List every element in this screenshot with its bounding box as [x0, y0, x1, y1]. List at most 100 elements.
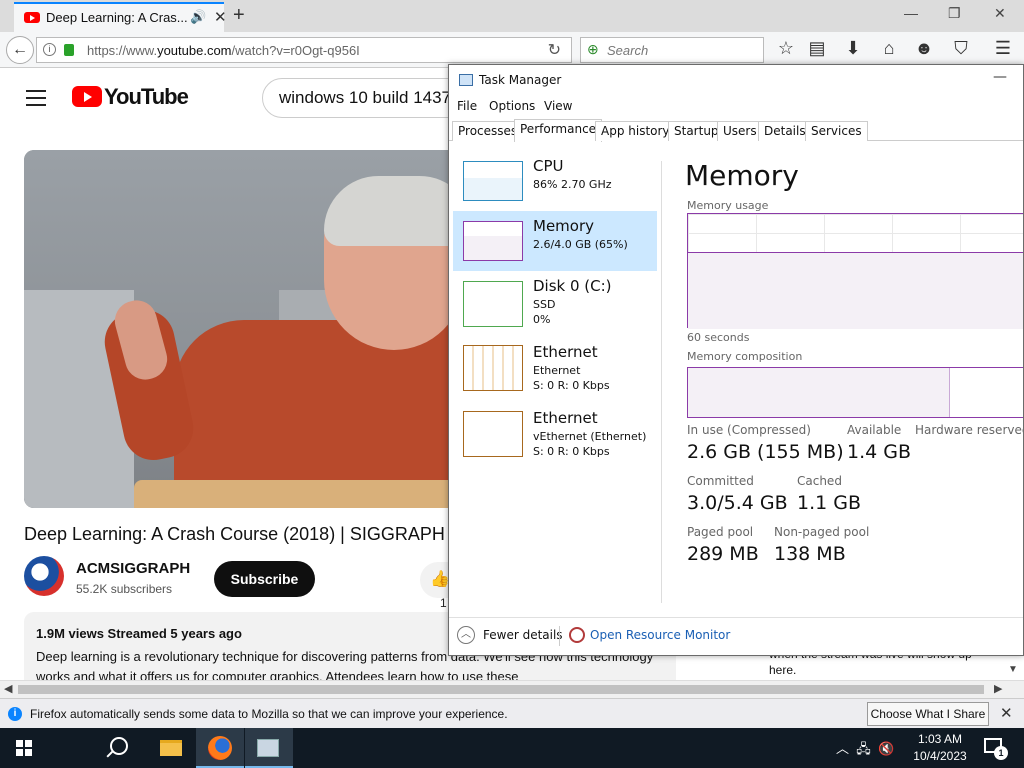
channel-avatar[interactable]: [24, 556, 64, 596]
memory-detail-panel: Memory Memory usage 60 seconds Memory co…: [685, 151, 1024, 603]
disk-mini-graph: [463, 281, 523, 327]
resource-ethernet-1[interactable]: Ethernet Ethernet S: 0 R: 0 Kbps: [453, 337, 657, 397]
channel-name[interactable]: ACMSIGGRAPH: [76, 560, 190, 577]
home-icon[interactable]: ⌂: [878, 38, 900, 59]
start-button[interactable]: [0, 728, 48, 768]
task-view-button[interactable]: [96, 728, 223, 768]
hamburger-menu-icon[interactable]: [26, 90, 46, 111]
tab-performance[interactable]: Performance: [514, 119, 603, 142]
horizontal-scrollbar[interactable]: ◀ ▶: [0, 680, 1024, 698]
resource-detail: vEthernet (Ethernet): [533, 430, 647, 443]
tab-services[interactable]: Services: [805, 121, 868, 141]
notification-bar: i Firefox automatically sends some data …: [0, 698, 1024, 728]
minimize-button[interactable]: —: [993, 69, 1007, 85]
notification-message: Firefox automatically sends some data to…: [30, 707, 508, 721]
close-notification-icon[interactable]: ✕: [1000, 704, 1013, 722]
thumbs-up-icon: 👍: [430, 571, 450, 588]
scroll-left-arrow-icon[interactable]: ◀: [4, 682, 12, 695]
pocket-icon[interactable]: ⛉: [950, 38, 972, 59]
back-button[interactable]: ←: [6, 36, 34, 64]
close-window-button[interactable]: ✕: [994, 5, 1006, 22]
restore-window-button[interactable]: ❐: [948, 5, 961, 22]
task-manager-taskbar-button[interactable]: [245, 728, 293, 768]
youtube-logo-icon[interactable]: [72, 86, 102, 107]
video-player[interactable]: [24, 150, 464, 508]
resource-name: Disk 0 (C:): [533, 277, 612, 295]
file-explorer-button[interactable]: [146, 728, 194, 768]
browser-tab[interactable]: Deep Learning: A Cras... 🔊 ✕: [14, 2, 227, 32]
panel-divider: [661, 161, 662, 603]
network-icon[interactable]: 🖧: [856, 741, 871, 756]
volume-muted-icon[interactable]: 🔇: [878, 741, 894, 756]
tab-app-history[interactable]: App history: [595, 121, 676, 141]
minimize-window-button[interactable]: —: [904, 5, 918, 21]
speaker-icon[interactable]: 🔊: [190, 9, 206, 25]
open-resource-monitor-link[interactable]: Open Resource Monitor: [590, 628, 730, 642]
memory-mini-graph: [463, 221, 523, 261]
firefox-icon: [208, 736, 232, 760]
memory-usage-label: Memory usage: [687, 199, 769, 212]
reading-list-icon[interactable]: ▤: [806, 38, 828, 59]
resource-list: CPU 86% 2.70 GHz Memory 2.6/4.0 GB (65%)…: [449, 151, 661, 603]
system-tray[interactable]: ︿ 🖧 🔇: [836, 738, 894, 762]
detail-title: Memory: [685, 159, 799, 192]
tab-processes[interactable]: Processes: [452, 121, 524, 141]
clock-time: 1:03 AM: [917, 732, 963, 746]
non-paged-pool-value: 138 MB: [774, 543, 846, 565]
menu-options[interactable]: Options: [489, 99, 535, 113]
resource-name: CPU: [533, 157, 564, 175]
scroll-down-arrow-icon[interactable]: ▼: [1008, 664, 1018, 675]
subscribe-button[interactable]: Subscribe: [214, 561, 315, 597]
task-manager-window[interactable]: Task Manager — File Options View Process…: [448, 64, 1024, 656]
tab-details[interactable]: Details: [758, 121, 812, 141]
resource-memory[interactable]: Memory 2.6/4.0 GB (65%): [453, 211, 657, 271]
url-bar[interactable]: i https://www.youtube.com/watch?v=r0Ogt-…: [36, 37, 572, 63]
reload-icon[interactable]: ↻: [548, 40, 561, 60]
firefox-taskbar-button[interactable]: [196, 728, 244, 768]
tab-users[interactable]: Users: [717, 121, 763, 141]
resource-detail: Ethernet: [533, 364, 581, 377]
folder-icon: [160, 740, 182, 756]
paged-pool-value: 289 MB: [687, 543, 759, 565]
youtube-logo-text[interactable]: YouTube: [104, 84, 189, 110]
menu-file[interactable]: File: [457, 99, 477, 113]
cpu-mini-graph: [463, 161, 523, 201]
menu-view[interactable]: View: [544, 99, 572, 113]
subscriber-count: 55.2K subscribers: [76, 582, 173, 596]
resource-cpu[interactable]: CPU 86% 2.70 GHz: [453, 151, 657, 211]
chevron-up-icon[interactable]: ︿: [457, 626, 475, 644]
scroll-right-arrow-icon[interactable]: ▶: [994, 682, 1002, 695]
resource-disk[interactable]: Disk 0 (C:) SSD 0%: [453, 271, 657, 331]
taskbar-search-button[interactable]: [48, 728, 128, 768]
task-manager-icon: [459, 74, 473, 86]
downloads-icon[interactable]: ⬇: [842, 38, 864, 59]
browser-search-box[interactable]: ⊕ Search: [580, 37, 764, 63]
lock-icon[interactable]: [64, 44, 74, 56]
search-placeholder: Search: [607, 43, 649, 58]
resource-ethernet-2[interactable]: Ethernet vEthernet (Ethernet) S: 0 R: 0 …: [453, 403, 657, 463]
ethernet-mini-graph: [463, 345, 523, 391]
navigation-bar: ← i https://www.youtube.com/watch?v=r0Og…: [0, 32, 1024, 68]
task-manager-titlebar[interactable]: Task Manager —: [449, 65, 1023, 95]
clock[interactable]: 1:03 AM 10/4/2023: [902, 731, 978, 765]
emoji-icon[interactable]: ☻: [913, 38, 935, 59]
resource-monitor-icon[interactable]: [569, 627, 585, 643]
cached-value: 1.1 GB: [797, 492, 862, 514]
bookmark-star-icon[interactable]: ☆: [775, 38, 797, 59]
close-tab-icon[interactable]: ✕: [214, 8, 227, 26]
url-text[interactable]: https://www.youtube.com/watch?v=r0Ogt-q9…: [87, 43, 360, 58]
choose-what-i-share-button[interactable]: Choose What I Share: [867, 702, 989, 726]
memory-usage-graph: [687, 213, 1023, 329]
in-use-value: 2.6 GB (155 MB): [687, 441, 844, 463]
new-tab-button[interactable]: +: [233, 4, 245, 27]
resource-throughput: S: 0 R: 0 Kbps: [533, 445, 610, 458]
info-icon[interactable]: i: [43, 43, 56, 56]
fewer-details-link[interactable]: Fewer details: [483, 628, 563, 642]
chevron-up-icon[interactable]: ︿: [836, 741, 849, 756]
menu-icon[interactable]: ☰: [992, 38, 1014, 59]
scrollbar-thumb[interactable]: [18, 685, 984, 694]
hardware-reserved-label: Hardware reserved:: [915, 423, 1024, 437]
non-paged-pool-label: Non-paged pool: [774, 525, 870, 539]
like-count: 1: [440, 596, 447, 610]
task-manager-footer: ︿ Fewer details Open Resource Monitor: [449, 617, 1023, 653]
